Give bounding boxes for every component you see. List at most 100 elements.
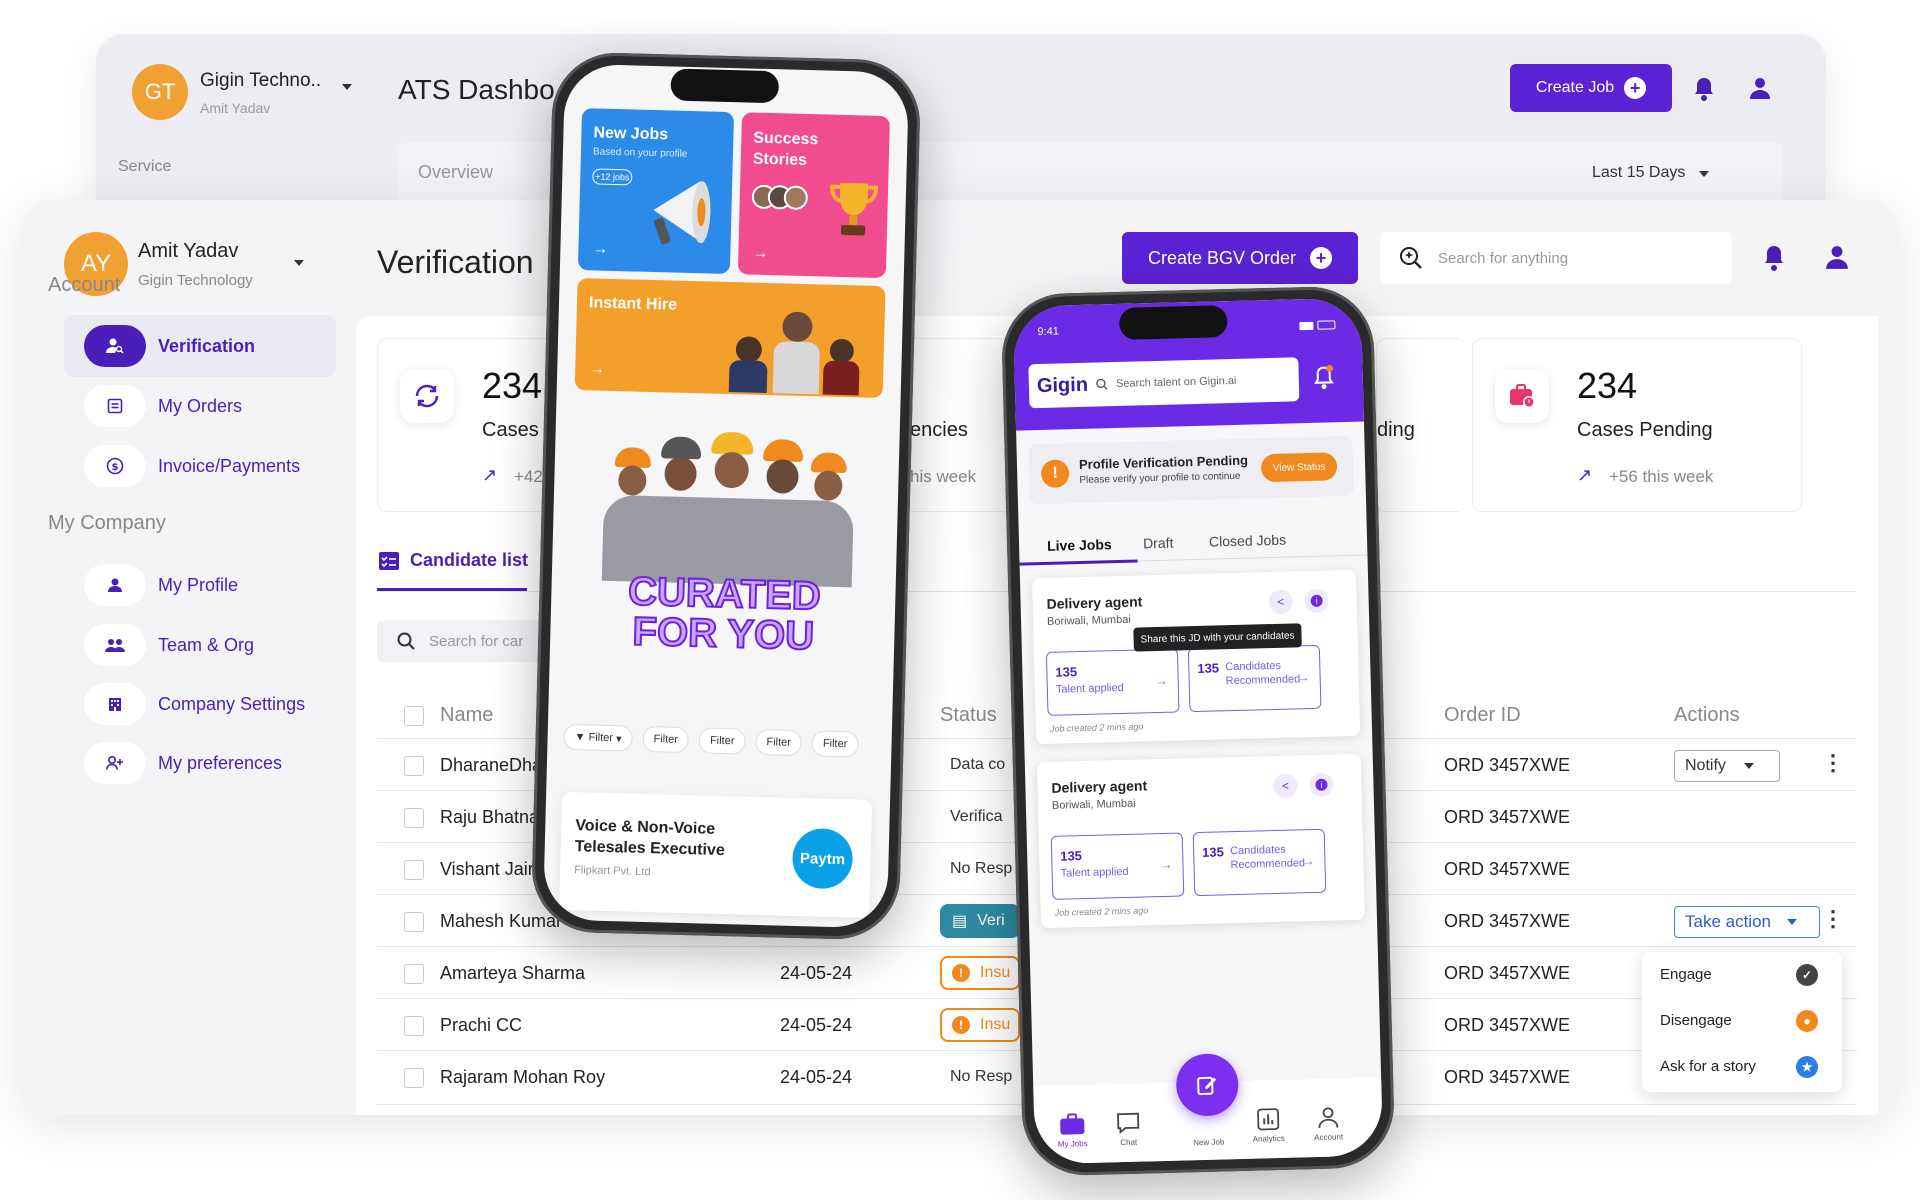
sidebar-heading-my-company: My Company (48, 512, 166, 534)
instant-hire-card[interactable]: Instant Hire → (574, 278, 886, 399)
row-checkbox[interactable] (404, 808, 424, 828)
org-avatar[interactable]: GT (132, 64, 188, 120)
more-icon[interactable]: ⋮ (1822, 752, 1844, 774)
phone-screen: New Jobs Based on your profile +12 jobs … (542, 63, 910, 929)
user-icon[interactable] (1748, 76, 1772, 100)
candidate-name: DharaneDha (440, 755, 543, 775)
sidebar-item-my-preferences[interactable]: My preferences (64, 732, 336, 794)
talent-applied-box[interactable]: 135 Talent applied → (1045, 648, 1180, 716)
view-status-button[interactable]: View Status (1260, 452, 1338, 483)
stat-card-cases-pending: 234 Cases Pending ↗ +56 this week (1472, 338, 1802, 512)
filter-chip[interactable]: ▼ Filter ▾ (563, 723, 633, 752)
recommended-count: 135 (1197, 660, 1220, 676)
status-text: Verifica (950, 808, 1003, 825)
sidebar-item-verification[interactable]: Verification (64, 315, 336, 377)
nav-chat[interactable]: Chat (1098, 1111, 1159, 1148)
date-range-select[interactable]: Last 15 Days (1592, 164, 1685, 182)
more-icon[interactable]: ⋮ (1822, 908, 1844, 930)
create-job-label: Create Job (1535, 79, 1615, 96)
filter-chip[interactable]: Filter (755, 728, 803, 757)
share-icon[interactable]: < (1273, 773, 1298, 799)
column-header-actions: Actions (1674, 704, 1740, 726)
chevron-down-icon[interactable] (1699, 171, 1709, 177)
chat-icon (1117, 1112, 1140, 1135)
stat-label: encies (910, 419, 968, 441)
sidebar-item-my-orders[interactable]: My Orders (64, 375, 336, 437)
job-card[interactable]: Delivery agent Boriwali, Mumbai < i 135 … (1036, 753, 1365, 929)
recommended-box[interactable]: 135 Candidates Recommended → (1187, 644, 1322, 713)
job-location: Boriwali, Mumbai (1051, 797, 1136, 812)
row-checkbox[interactable] (404, 756, 424, 776)
column-header-status[interactable]: Status (940, 704, 997, 727)
bell-icon[interactable] (1762, 244, 1786, 272)
chevron-down-icon[interactable] (342, 84, 352, 90)
info-icon[interactable]: i (1309, 772, 1334, 798)
profile-verification-banner: ! Profile Verification Pending Please ve… (1028, 435, 1354, 505)
menu-item-ask-for-story[interactable]: Ask for a story (1660, 1058, 1756, 1075)
org-name: Gigin Techno.. (200, 70, 322, 91)
notify-select[interactable]: Notify (1674, 750, 1780, 782)
nav-analytics[interactable]: Analytics (1238, 1108, 1299, 1145)
bell-icon[interactable] (1312, 364, 1335, 391)
job-title: Delivery agent (1051, 777, 1148, 796)
order-id: ORD 3457XWE (1444, 911, 1571, 931)
select-all-checkbox[interactable] (404, 706, 424, 726)
dynamic-island (1118, 305, 1228, 340)
tab-overview[interactable]: Overview (418, 162, 493, 183)
sidebar-item-team-org[interactable]: Team & Org (64, 614, 336, 676)
stat-week: his week (910, 467, 977, 486)
create-job-button[interactable]: Create Job + (1510, 64, 1672, 112)
column-header-name[interactable]: Name (440, 704, 493, 727)
sidebar-item-label: Invoice/Payments (158, 455, 301, 476)
global-search-input[interactable]: Search for anything (1380, 232, 1732, 284)
menu-item-disengage[interactable]: Disengage (1660, 1012, 1732, 1029)
column-header-order-id[interactable]: Order ID (1444, 704, 1521, 727)
sidebar-item-invoice-payments[interactable]: $ Invoice/Payments (64, 435, 336, 497)
nav-account[interactable]: Account (1298, 1106, 1359, 1143)
filter-chip[interactable]: Filter (642, 725, 690, 754)
take-action-select[interactable]: Take action (1674, 906, 1820, 938)
tab-draft[interactable]: Draft (1143, 535, 1174, 552)
sidebar-item-my-profile[interactable]: My Profile (64, 554, 336, 616)
nav-my-jobs[interactable]: My Jobs (1042, 1113, 1103, 1150)
tab-live-jobs[interactable]: Live Jobs (1047, 536, 1112, 554)
row-checkbox[interactable] (404, 1068, 424, 1088)
take-action-menu: Engage ✓ Disengage ● Ask for a story ★ (1642, 952, 1842, 1092)
order-id: ORD 3457XWE (1444, 755, 1571, 775)
share-icon[interactable]: < (1268, 589, 1293, 615)
filter-chip[interactable]: Filter (698, 727, 746, 755)
bell-icon[interactable] (1692, 76, 1716, 102)
curated-banner[interactable]: CURATED FOR YOU (579, 410, 872, 677)
share-tooltip: Share this JD with your candidates (1133, 623, 1302, 652)
row-checkbox[interactable] (404, 860, 424, 880)
job-created-time: Job created 2 mins ago (1054, 905, 1149, 918)
new-jobs-card[interactable]: New Jobs Based on your profile +12 jobs … (577, 108, 735, 275)
menu-item-engage[interactable]: Engage (1660, 966, 1712, 983)
create-bgv-order-button[interactable]: Create BGV Order + (1122, 232, 1358, 284)
phone-screen: 9:41 Gigin Search talent on Gigin.ai ! P… (1012, 297, 1384, 1165)
workers-illustration (601, 421, 856, 588)
active-tab-indicator (1019, 559, 1138, 566)
tab-candidate-list[interactable]: Candidate list (378, 550, 528, 571)
recommended-box[interactable]: 135 Candidates Recommended → (1192, 828, 1327, 897)
tab-closed-jobs[interactable]: Closed Jobs (1209, 532, 1286, 550)
filter-chip[interactable]: Filter (811, 730, 859, 758)
applied-count: 135 (1055, 664, 1078, 680)
success-stories-card[interactable]: Success Stories → (737, 112, 890, 279)
row-checkbox[interactable] (404, 1016, 424, 1036)
user-icon[interactable] (1824, 244, 1850, 270)
stat-value: 234 (482, 365, 543, 406)
chevron-down-icon[interactable] (294, 260, 304, 266)
sidebar-item-company-settings[interactable]: Company Settings (64, 673, 336, 735)
avatar-group (751, 184, 809, 211)
row-checkbox[interactable] (404, 964, 424, 984)
job-card[interactable]: Voice & Non-Voice Telesales Executive Fl… (559, 791, 873, 918)
megaphone-icon (653, 181, 711, 245)
info-icon[interactable]: i (1304, 588, 1329, 614)
talent-applied-box[interactable]: 135 Talent applied → (1050, 832, 1185, 900)
job-card[interactable]: Delivery agent Boriwali, Mumbai < i 135 … (1031, 569, 1361, 745)
nav-new-job[interactable]: New Job (1179, 1137, 1239, 1148)
row-checkbox[interactable] (404, 912, 424, 932)
order-id: ORD 3457XWE (1444, 1015, 1571, 1035)
talent-search-input[interactable]: Gigin Search talent on Gigin.ai (1028, 357, 1300, 409)
